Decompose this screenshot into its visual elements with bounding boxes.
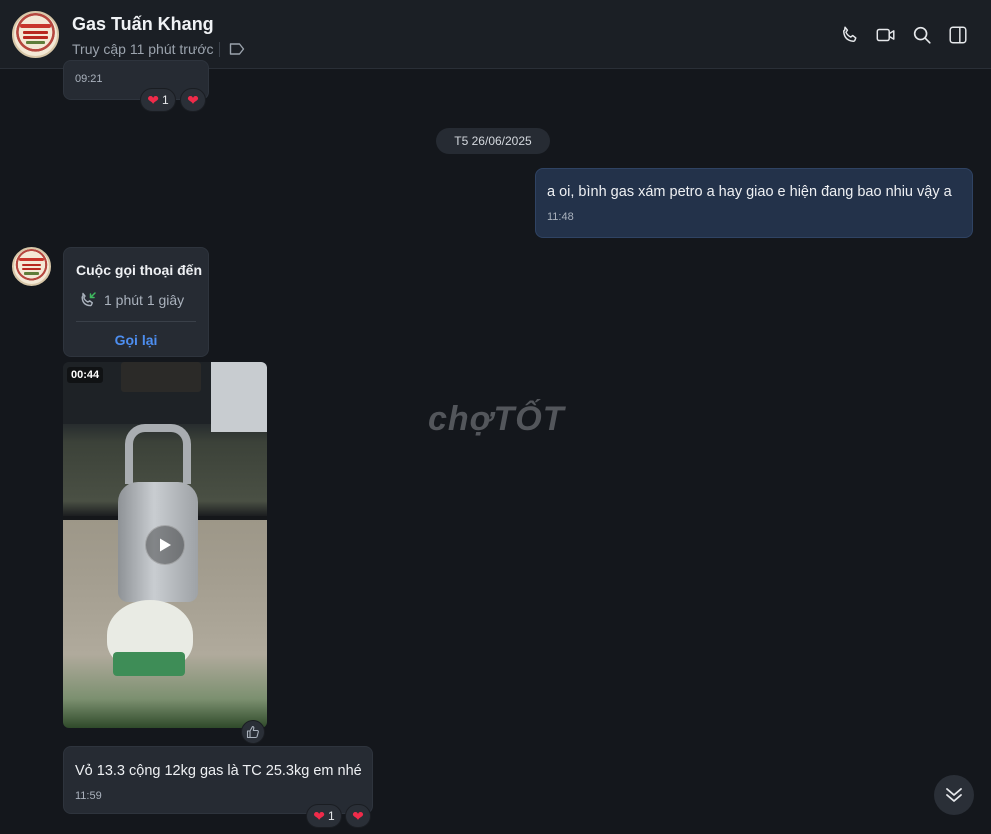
react-like-button[interactable] xyxy=(241,720,265,744)
contact-avatar[interactable] xyxy=(12,11,59,58)
search-icon[interactable] xyxy=(911,24,933,46)
voice-call-card: Cuộc gọi thoại đến 1 phút 1 giây Gọi lại xyxy=(63,247,209,357)
watermark-logo: chợTỐT xyxy=(428,400,565,438)
thumbs-up-icon xyxy=(246,725,259,739)
last-seen-status: Truy cập 11 phút trước xyxy=(72,41,214,57)
heart-icon: ❤ xyxy=(313,808,326,824)
message-time: 11:59 xyxy=(75,790,102,802)
heart-icon: ❤ xyxy=(187,92,199,108)
reaction-count: 1 xyxy=(162,93,169,107)
sidebar-toggle-icon[interactable] xyxy=(947,24,969,46)
video-duration: 00:44 xyxy=(67,367,104,383)
call-title: Cuộc gọi thoại đến xyxy=(76,262,202,278)
heart-icon: ❤ xyxy=(352,808,364,824)
play-icon xyxy=(160,538,171,552)
video-call-icon[interactable] xyxy=(875,24,897,46)
message-text: a oi, bình gas xám petro a hay giao e hi… xyxy=(547,184,952,200)
phone-icon[interactable] xyxy=(839,24,861,46)
tag-icon[interactable] xyxy=(229,42,245,56)
header-divider xyxy=(219,42,220,57)
sender-avatar[interactable] xyxy=(12,247,51,286)
call-duration: 1 phút 1 giây xyxy=(104,292,185,308)
incoming-call-icon xyxy=(81,292,96,307)
react-heart-button[interactable]: ❤ xyxy=(180,88,206,112)
message-time: 09:21 xyxy=(75,73,103,85)
outgoing-message-bubble[interactable]: a oi, bình gas xám petro a hay giao e hi… xyxy=(535,168,973,238)
heart-icon: ❤ xyxy=(147,92,160,108)
double-chevron-down-icon xyxy=(946,788,962,802)
chat-header: Gas Tuấn Khang Truy cập 11 phút trước xyxy=(0,0,991,69)
message-text: Vỏ 13.3 cộng 12kg gas là TC 25.3kg em nh… xyxy=(75,763,362,779)
scroll-to-bottom-button[interactable] xyxy=(934,775,974,815)
reaction-summary[interactable]: ❤ 1 xyxy=(140,88,176,112)
video-message[interactable]: 00:44 xyxy=(63,362,267,728)
reaction-summary[interactable]: ❤ 1 xyxy=(306,804,342,828)
play-button[interactable] xyxy=(145,525,185,565)
react-heart-button[interactable]: ❤ xyxy=(345,804,371,828)
date-separator: T5 26/06/2025 xyxy=(436,128,550,154)
call-back-button[interactable]: Gọi lại xyxy=(64,332,208,348)
message-time: 11:48 xyxy=(547,211,574,223)
contact-name[interactable]: Gas Tuấn Khang xyxy=(72,14,214,35)
reaction-count: 1 xyxy=(328,809,335,823)
message-list[interactable]: 09:21 ❤ 1 ❤ T5 26/06/2025 a oi, bình gas… xyxy=(0,60,991,834)
call-divider xyxy=(76,321,196,322)
